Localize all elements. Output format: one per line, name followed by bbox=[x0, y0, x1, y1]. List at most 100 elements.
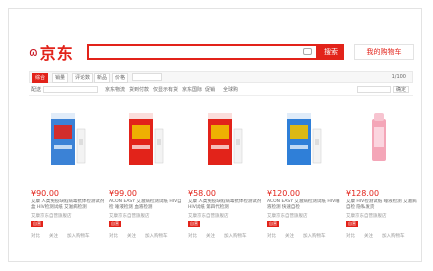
product-card[interactable]: ¥120.00 ACON EASY 艾滋病检测试纸 HIV唾液检测 快速自检 艾… bbox=[265, 99, 343, 259]
product-actions: 对比 关注 加入购物车 bbox=[346, 233, 421, 241]
filter-intl[interactable]: 京东国际 bbox=[182, 86, 202, 93]
product-card[interactable]: ¥99.00 ACON EASY 艾滋病检测试纸 HIV自检 唾液检测 血液检测… bbox=[107, 99, 185, 259]
price-range-input[interactable] bbox=[132, 73, 162, 81]
sort-price[interactable]: 价格 bbox=[112, 73, 129, 83]
test-window bbox=[315, 139, 319, 145]
follow-button[interactable]: 关注 bbox=[364, 233, 373, 239]
product-price: ¥128.00 bbox=[346, 189, 380, 198]
page-indicator: 1/100 bbox=[391, 74, 406, 80]
sort-default[interactable]: 综合 bbox=[32, 73, 49, 83]
box-label bbox=[54, 125, 72, 139]
in-result-search-button[interactable]: 确定 bbox=[393, 86, 409, 93]
product-image[interactable] bbox=[29, 99, 107, 181]
compare-button[interactable]: 对比 bbox=[109, 233, 118, 239]
product-price: ¥58.00 bbox=[188, 189, 216, 198]
product-shop[interactable]: 艾康京东自营旗舰店 bbox=[188, 213, 229, 219]
add-to-cart-button[interactable]: 加入购物车 bbox=[145, 233, 168, 239]
product-card[interactable]: ¥90.00 艾康 人类免疫缺陷病毒抗体检测试剂盒 HIV检测试纸 艾滋病检测 … bbox=[29, 99, 107, 259]
box-stripe bbox=[132, 145, 150, 149]
self-operated-badge: 自营 bbox=[267, 221, 279, 227]
logo-text: 京东 bbox=[39, 44, 74, 63]
product-image[interactable] bbox=[265, 99, 343, 181]
in-result-search-input[interactable] bbox=[357, 86, 391, 93]
box-top-band bbox=[129, 113, 153, 119]
box-label bbox=[290, 125, 308, 139]
product-price: ¥90.00 bbox=[31, 189, 59, 198]
location-label: 配送 bbox=[31, 87, 42, 93]
product-shop[interactable]: 艾康京东自营旗舰店 bbox=[109, 213, 150, 219]
product-shop[interactable]: 艾康京东自营旗舰店 bbox=[346, 213, 387, 219]
filter-promo[interactable]: 促销 bbox=[205, 86, 215, 93]
search-input[interactable] bbox=[87, 44, 318, 60]
box-top-band bbox=[287, 113, 311, 119]
product-actions: 对比 关注 加入购物车 bbox=[267, 233, 342, 241]
box-label bbox=[211, 125, 229, 139]
test-window bbox=[79, 139, 83, 145]
compare-button[interactable]: 对比 bbox=[188, 233, 197, 239]
test-strip bbox=[154, 128, 164, 164]
box-label bbox=[132, 125, 150, 139]
product-title[interactable]: 艾康 HIV检测试纸 唾液检测 艾滋病自检 隐私发货 bbox=[346, 199, 421, 211]
product-actions: 对比 关注 加入购物车 bbox=[188, 233, 263, 241]
filter-jd-logistics[interactable]: 京东物流 bbox=[105, 86, 125, 93]
add-to-cart-button[interactable]: 加入购物车 bbox=[67, 233, 90, 239]
filter-in-stock[interactable]: 仅显示有货 bbox=[153, 86, 178, 93]
product-grid: ¥90.00 艾康 人类免疫缺陷病毒抗体检测试剂盒 HIV检测试纸 艾滋病检测 … bbox=[29, 99, 417, 259]
product-title[interactable]: ACON EASY 艾滋病检测试纸 HIV唾液检测 快速自检 bbox=[267, 199, 342, 211]
pink-tube-cap bbox=[374, 113, 384, 121]
sort-sales[interactable]: 销量 bbox=[52, 73, 69, 83]
box-stripe bbox=[211, 145, 229, 149]
box-stripe bbox=[290, 145, 308, 149]
product-title[interactable]: 艾康 人类免疫缺陷病毒抗体检测试剂盒 HIV检测试纸 艾滋病检测 bbox=[31, 199, 106, 211]
follow-button[interactable]: 关注 bbox=[49, 233, 58, 239]
test-window bbox=[157, 139, 161, 145]
follow-button[interactable]: 关注 bbox=[127, 233, 136, 239]
self-operated-badge: 自营 bbox=[31, 221, 43, 227]
product-title[interactable]: 艾康 人类免疫缺陷病毒抗体检测试剂 HIV试纸 第四代检测 bbox=[188, 199, 263, 211]
filter-bar: 配送 京东物流 货到付款 仅显示有货 京东国际 促销 全球购 确定 bbox=[29, 85, 413, 96]
filter-global[interactable]: 全球购 bbox=[223, 86, 238, 93]
product-image[interactable] bbox=[344, 99, 422, 181]
product-actions: 对比 关注 加入购物车 bbox=[109, 233, 184, 241]
compare-button[interactable]: 对比 bbox=[31, 233, 40, 239]
product-price: ¥99.00 bbox=[109, 189, 137, 198]
product-image[interactable] bbox=[186, 99, 264, 181]
product-shop[interactable]: 艾康京东自营旗舰店 bbox=[267, 213, 308, 219]
product-shop[interactable]: 艾康京东自营旗舰店 bbox=[31, 213, 72, 219]
jd-logo[interactable]: ɷ 京东 bbox=[29, 41, 74, 63]
search-button[interactable]: 搜索 bbox=[318, 44, 344, 60]
add-to-cart-button[interactable]: 加入购物车 bbox=[224, 233, 247, 239]
self-operated-badge: 自营 bbox=[188, 221, 200, 227]
cart-button[interactable]: 我的购物车 bbox=[354, 44, 414, 60]
follow-button[interactable]: 关注 bbox=[206, 233, 215, 239]
compare-button[interactable]: 对比 bbox=[346, 233, 355, 239]
product-image[interactable] bbox=[107, 99, 185, 181]
box-top-band bbox=[208, 113, 232, 119]
pink-tube-label bbox=[374, 127, 384, 147]
sort-new[interactable]: 新品 bbox=[94, 73, 111, 83]
self-operated-badge: 自营 bbox=[109, 221, 121, 227]
header-bar: ɷ 京东 搜索 我的购物车 bbox=[29, 39, 414, 67]
jd-dog-icon: ɷ bbox=[29, 45, 38, 59]
camera-icon[interactable] bbox=[303, 48, 312, 55]
product-card[interactable]: ¥58.00 艾康 人类免疫缺陷病毒抗体检测试剂 HIV试纸 第四代检测 艾康京… bbox=[186, 99, 264, 259]
test-strip bbox=[233, 128, 243, 164]
test-strip bbox=[312, 128, 322, 164]
product-price: ¥120.00 bbox=[267, 189, 301, 198]
add-to-cart-button[interactable]: 加入购物车 bbox=[303, 233, 326, 239]
filter-cod[interactable]: 货到付款 bbox=[129, 86, 149, 93]
compare-button[interactable]: 对比 bbox=[267, 233, 276, 239]
test-window bbox=[236, 139, 240, 145]
test-strip bbox=[76, 128, 86, 164]
product-card[interactable]: ¥128.00 艾康 HIV检测试纸 唾液检测 艾滋病自检 隐私发货 艾康京东自… bbox=[344, 99, 422, 259]
product-actions: 对比 关注 加入购物车 bbox=[31, 233, 106, 241]
self-operated-badge: 自营 bbox=[346, 221, 358, 227]
add-to-cart-button[interactable]: 加入购物车 bbox=[382, 233, 405, 239]
location-select[interactable] bbox=[43, 86, 98, 93]
box-top-band bbox=[51, 113, 75, 119]
sort-reviews[interactable]: 评论数 bbox=[72, 73, 94, 83]
box-stripe bbox=[54, 145, 72, 149]
follow-button[interactable]: 关注 bbox=[285, 233, 294, 239]
product-title[interactable]: ACON EASY 艾滋病检测试纸 HIV自检 唾液检测 血液检测 bbox=[109, 199, 184, 211]
browser-frame: ɷ 京东 搜索 我的购物车 综合 销量 评论数 新品 价格 1/100 配送 京… bbox=[8, 8, 422, 262]
